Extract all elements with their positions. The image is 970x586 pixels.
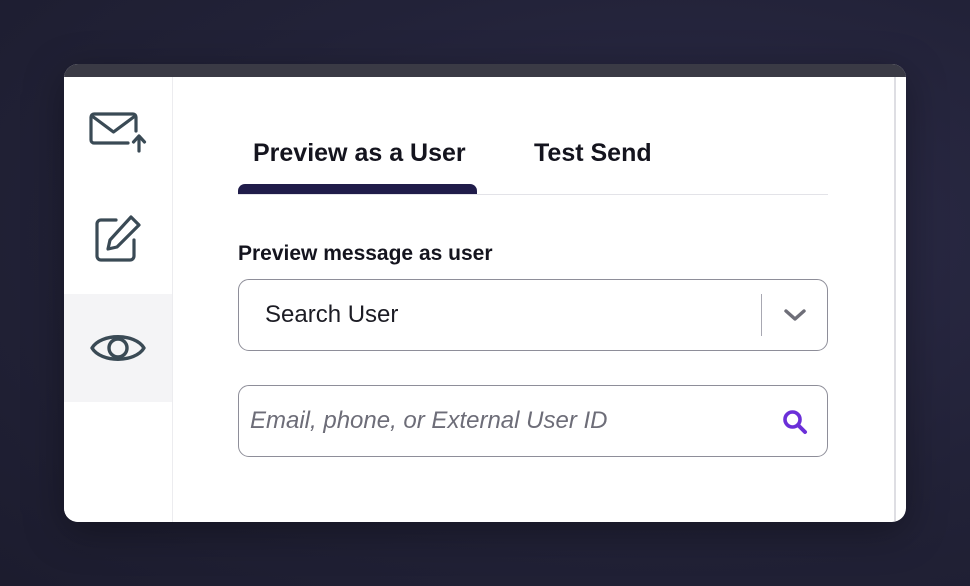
- active-tab-indicator: [238, 184, 477, 194]
- select-value: Search User: [265, 301, 399, 328]
- user-search-box: [238, 385, 828, 457]
- user-search-input[interactable]: [250, 400, 760, 442]
- tab-test-send[interactable]: Test Send: [534, 139, 652, 168]
- edit-icon: [92, 213, 144, 265]
- sidebar-item-send-message[interactable]: [64, 77, 172, 185]
- panel-header-bar: [64, 64, 906, 77]
- sidebar: [64, 77, 173, 522]
- scrollbar-edge: [894, 77, 896, 522]
- chevron-down-icon[interactable]: [780, 304, 810, 326]
- search-icon[interactable]: [779, 406, 811, 438]
- mail-send-icon: [88, 109, 148, 153]
- eye-icon: [89, 328, 147, 368]
- preview-user-label: Preview message as user: [238, 242, 493, 265]
- tab-bar: Preview as a User Test Send: [238, 77, 828, 195]
- preview-content: Preview as a User Test Send Preview mess…: [238, 77, 828, 522]
- preview-panel: Preview as a User Test Send Preview mess…: [64, 64, 906, 522]
- user-select-dropdown[interactable]: Search User: [238, 279, 828, 351]
- sidebar-item-edit[interactable]: [64, 185, 172, 293]
- sidebar-item-preview[interactable]: [64, 294, 172, 402]
- tab-preview-as-user[interactable]: Preview as a User: [253, 139, 466, 168]
- select-divider: [761, 294, 762, 336]
